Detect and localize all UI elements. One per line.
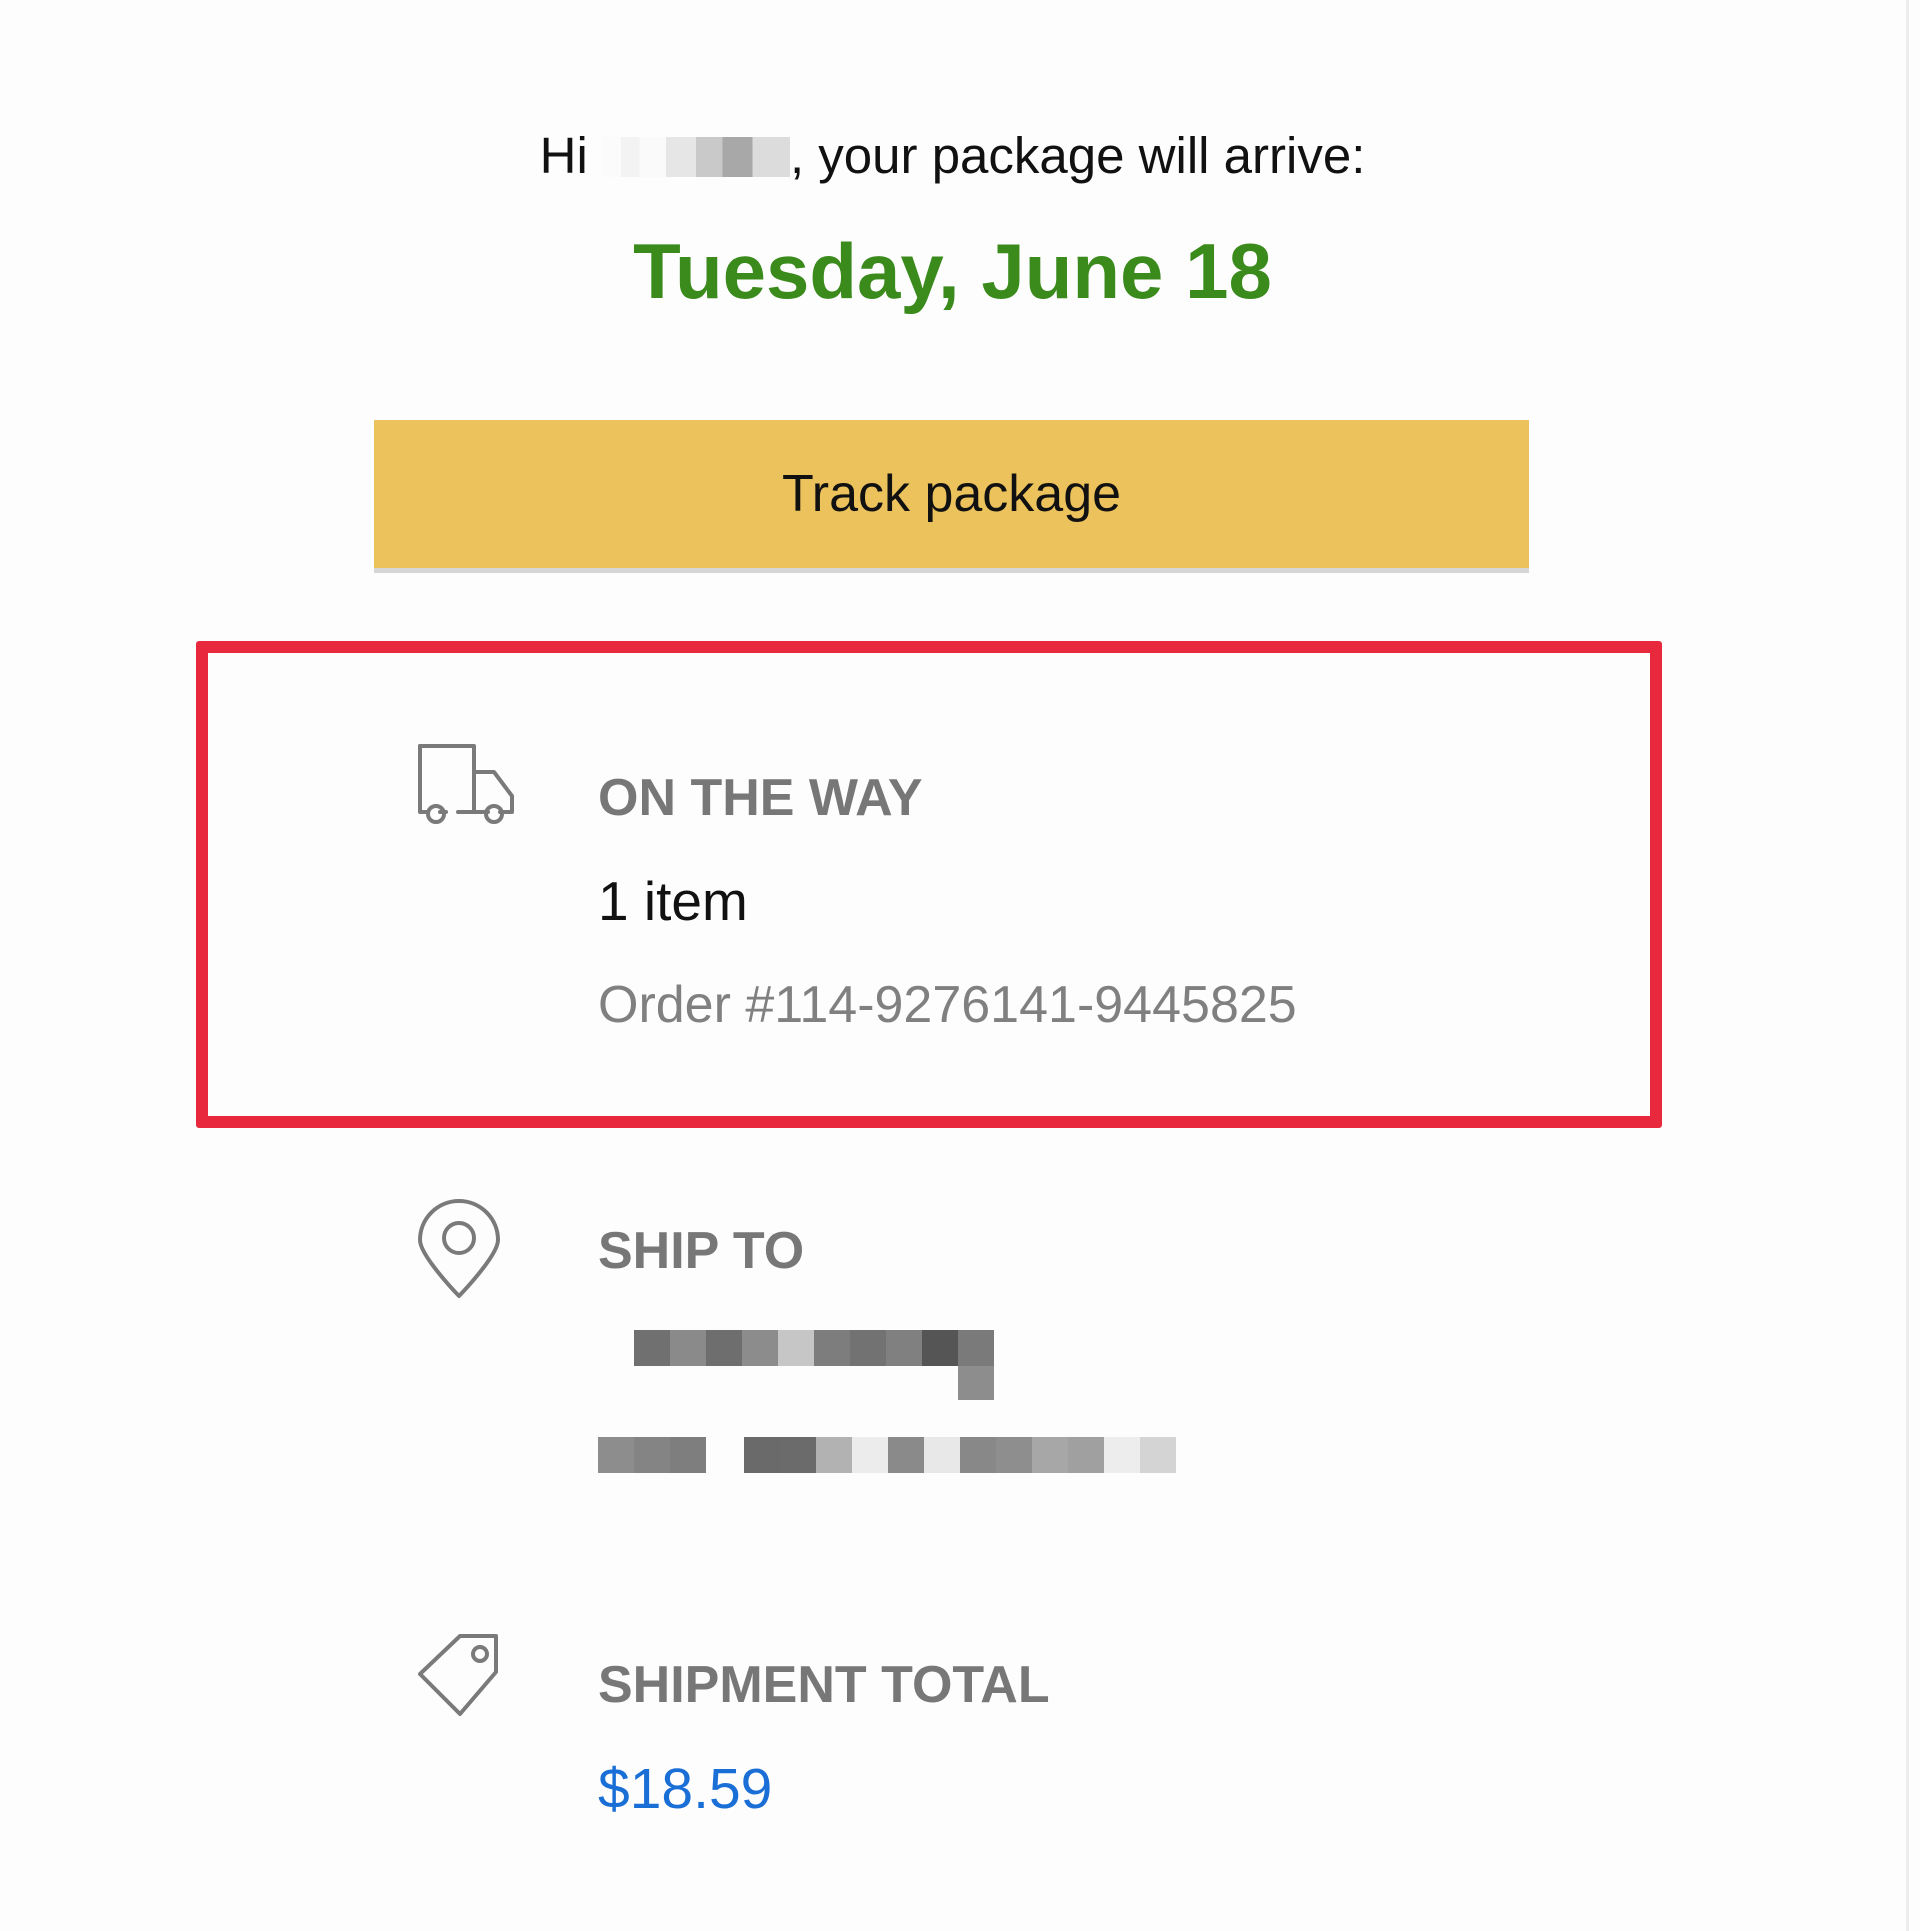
track-package-button[interactable]: Track package: [374, 420, 1529, 573]
redacted-address-name: [634, 1330, 994, 1400]
location-pin-icon: [414, 1198, 504, 1305]
greeting-line: Hi , your package will arrive:: [0, 126, 1905, 185]
order-number[interactable]: Order #114-9276141-9445825: [598, 975, 1297, 1035]
on-the-way-label: ON THE WAY: [598, 769, 923, 827]
greeting-prefix: Hi: [539, 127, 588, 184]
shipment-total-label: SHIPMENT TOTAL: [598, 1656, 1050, 1714]
price-tag-icon: [412, 1628, 508, 1729]
on-the-way-highlight-box: [196, 641, 1662, 1128]
shipment-total-amount: $18.59: [598, 1757, 773, 1821]
item-count: 1 item: [598, 870, 748, 932]
arrival-date: Tuesday, June 18: [633, 227, 1272, 315]
ship-to-label: SHIP TO: [598, 1222, 805, 1280]
delivery-truck-icon: [412, 740, 522, 835]
page-right-border: [1906, 0, 1909, 1931]
redacted-address-line: [598, 1437, 1176, 1473]
redacted-recipient-name: [601, 137, 790, 177]
greeting-suffix: , your package will arrive:: [789, 127, 1366, 184]
